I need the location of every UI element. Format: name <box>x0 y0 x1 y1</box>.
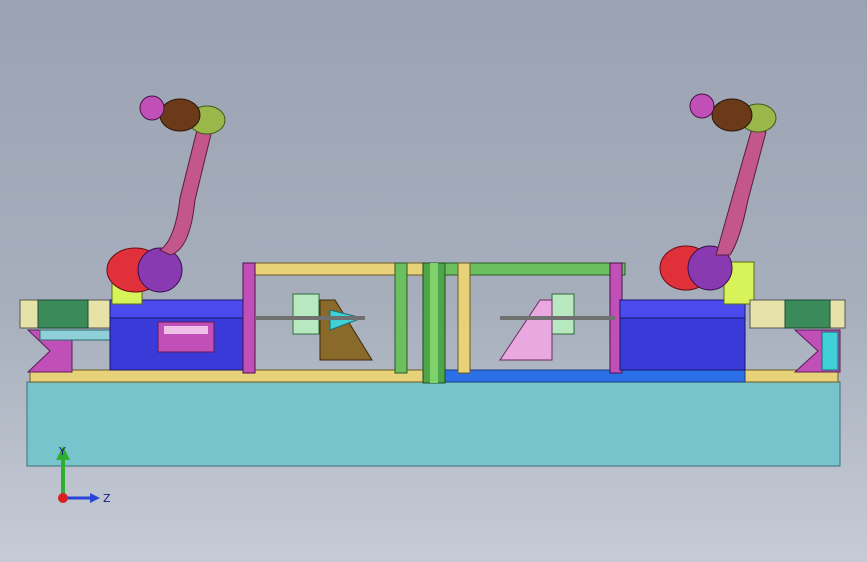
left-shaft[interactable] <box>255 316 365 320</box>
center-post-inner[interactable] <box>430 263 438 383</box>
z-axis-arrow <box>90 493 100 503</box>
right-cyan-ring[interactable] <box>821 331 839 371</box>
left-end-motor[interactable] <box>37 299 89 329</box>
left-clamp-plate[interactable] <box>292 293 320 335</box>
cad-viewport[interactable]: Y Z <box>0 0 867 562</box>
left-panel-display[interactable] <box>164 326 208 334</box>
right-fixture-frame-top[interactable] <box>444 262 626 276</box>
right-robot-wrist-motor[interactable] <box>711 98 753 132</box>
right-clamp-plate[interactable] <box>551 293 575 335</box>
left-robot-arm-link[interactable] <box>159 125 213 256</box>
base-platform[interactable] <box>26 381 841 467</box>
right-end-motor[interactable] <box>784 299 831 329</box>
right-support-bracket[interactable] <box>499 299 553 361</box>
left-end-bar[interactable] <box>39 329 121 341</box>
x-axis-dot <box>58 493 68 503</box>
left-robot-wrist-motor[interactable] <box>159 98 201 132</box>
assembly-scene[interactable] <box>0 0 867 562</box>
z-axis-label: Z <box>103 492 111 505</box>
left-robot-joint-shoulder[interactable] <box>137 247 183 293</box>
left-fixture-post-b[interactable] <box>394 262 408 374</box>
y-axis-label: Y <box>58 445 66 458</box>
base-top-rail-blue[interactable] <box>444 369 746 383</box>
right-shaft[interactable] <box>500 316 615 320</box>
right-robot-arm-link[interactable] <box>715 127 767 256</box>
left-robot-tool-flange[interactable] <box>139 95 165 121</box>
right-robot-tool-flange[interactable] <box>689 93 715 119</box>
left-fixture-post-a[interactable] <box>242 262 256 374</box>
coordinate-triad: Y Z <box>56 445 111 505</box>
right-fixture-post-a[interactable] <box>457 262 471 374</box>
left-support-bracket[interactable] <box>319 299 373 361</box>
